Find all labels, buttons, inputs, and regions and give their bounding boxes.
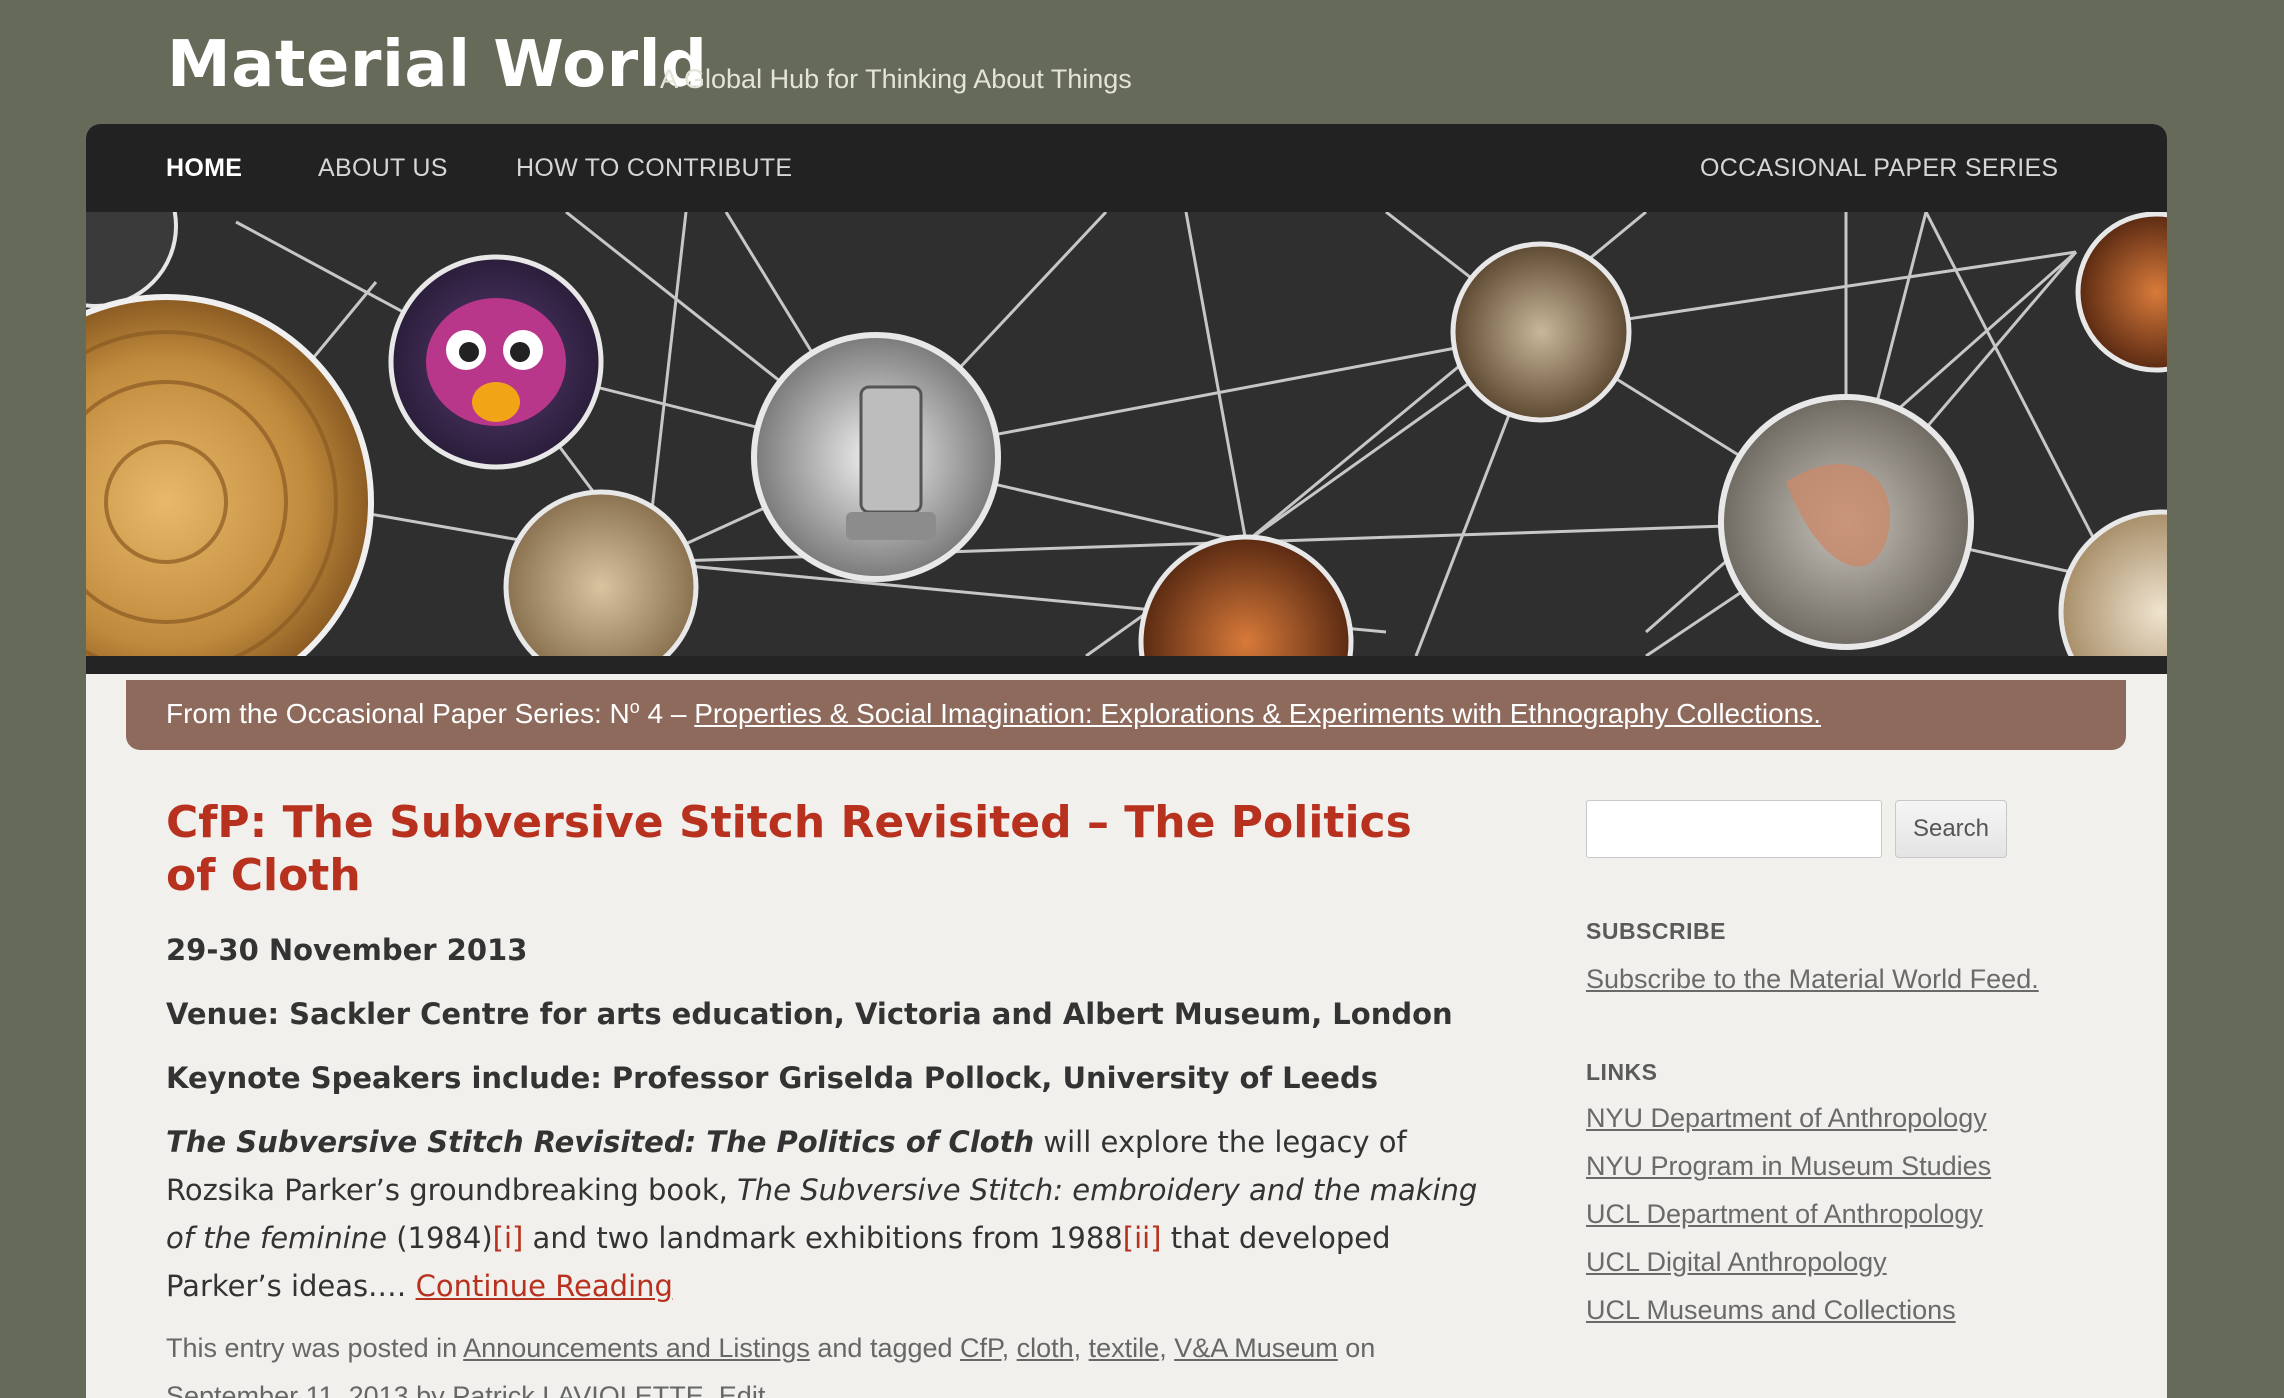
sidebar: Search SUBSCRIBE Subscribe to the Materi… [1586,800,2086,1334]
tag-link-textile[interactable]: textile [1089,1333,1160,1363]
post-excerpt: The Subversive Stitch Revisited: The Pol… [166,1118,1506,1310]
link-ucl-museums-collections[interactable]: UCL Museums and Collections [1586,1286,2086,1334]
continue-reading-link[interactable]: Continue Reading [416,1269,673,1303]
category-link[interactable]: Announcements and Listings [463,1333,810,1363]
meta-by: by [408,1381,453,1398]
occasional-paper-notice: From the Occasional Paper Series: No 4 –… [126,680,2126,750]
main-navigation: HOME ABOUT US HOW TO CONTRIBUTE OCCASION… [86,124,2167,212]
nav-occasional-paper-series[interactable]: OCCASIONAL PAPER SERIES [1700,154,2058,183]
site-tagline: A Global Hub for Thinking About Things [660,64,1132,94]
author-link[interactable]: Patrick LAVIOLETTE [452,1381,704,1398]
search-input[interactable] [1586,800,1882,858]
post-date-link[interactable]: September 11, 2013 [166,1381,409,1398]
meta-dot: . [703,1381,719,1398]
post-article: CfP: The Subversive Stitch Revisited – T… [166,796,1506,1398]
search-button[interactable]: Search [1895,800,2007,858]
entry-meta: This entry was posted in Announcements a… [166,1324,1506,1398]
banner-network-illustration [86,212,2167,656]
tag-link-cloth[interactable]: cloth [1017,1333,1074,1363]
excerpt-text-2: (1984) [387,1221,493,1255]
link-nyu-anthropology[interactable]: NYU Department of Anthropology [1586,1094,2086,1142]
edit-link[interactable]: Edit [719,1381,766,1398]
subscribe-feed-link[interactable]: Subscribe to the Material World Feed. [1586,955,2086,1003]
links-list: NYU Department of Anthropology NYU Progr… [1586,1094,2086,1334]
link-ucl-digital-anthropology[interactable]: UCL Digital Anthropology [1586,1238,2086,1286]
header-banner-image[interactable] [86,212,2167,674]
post-venue: Venue: Sackler Centre for arts education… [166,997,1453,1031]
link-nyu-museum-studies[interactable]: NYU Program in Museum Studies [1586,1142,2086,1190]
site-title[interactable]: Material World [167,28,707,102]
notice-ordinal-sup: o [629,697,640,717]
footnote-link-i[interactable]: [i] [493,1221,524,1255]
excerpt-event-title: The Subversive Stitch Revisited: The Pol… [166,1125,1035,1159]
meta-on: on [1337,1333,1376,1363]
meta-tagged: and tagged [809,1333,961,1363]
notice-number: 4 – [639,698,695,729]
meta-posted-in: This entry was posted in [166,1333,464,1363]
footnote-link-ii[interactable]: [ii] [1123,1221,1162,1255]
notice-paper-link[interactable]: Properties & Social Imagination: Explora… [694,698,1821,729]
post-date-line: 29-30 November 2013 [166,933,528,967]
link-ucl-anthropology[interactable]: UCL Department of Anthropology [1586,1190,2086,1238]
excerpt-text-3: and two landmark exhibitions from 1988 [523,1221,1123,1255]
links-widget-title: LINKS [1586,1059,1658,1085]
nav-home[interactable]: HOME [166,154,242,183]
nav-about-us[interactable]: ABOUT US [318,154,448,183]
notice-prefix: From the Occasional Paper Series: N [166,698,630,729]
subscribe-widget-title: SUBSCRIBE [1586,918,1726,944]
post-title-link[interactable]: CfP: The Subversive Stitch Revisited – T… [166,796,1466,902]
page-container: HOME ABOUT US HOW TO CONTRIBUTE OCCASION… [86,124,2167,1398]
tag-link-va-museum[interactable]: V&A Museum [1174,1333,1338,1363]
search-form: Search [1586,800,2086,858]
nav-how-to-contribute[interactable]: HOW TO CONTRIBUTE [516,154,792,183]
post-keynote: Keynote Speakers include: Professor Gris… [166,1061,1378,1095]
tag-link-cfp[interactable]: CfP [960,1333,1002,1363]
